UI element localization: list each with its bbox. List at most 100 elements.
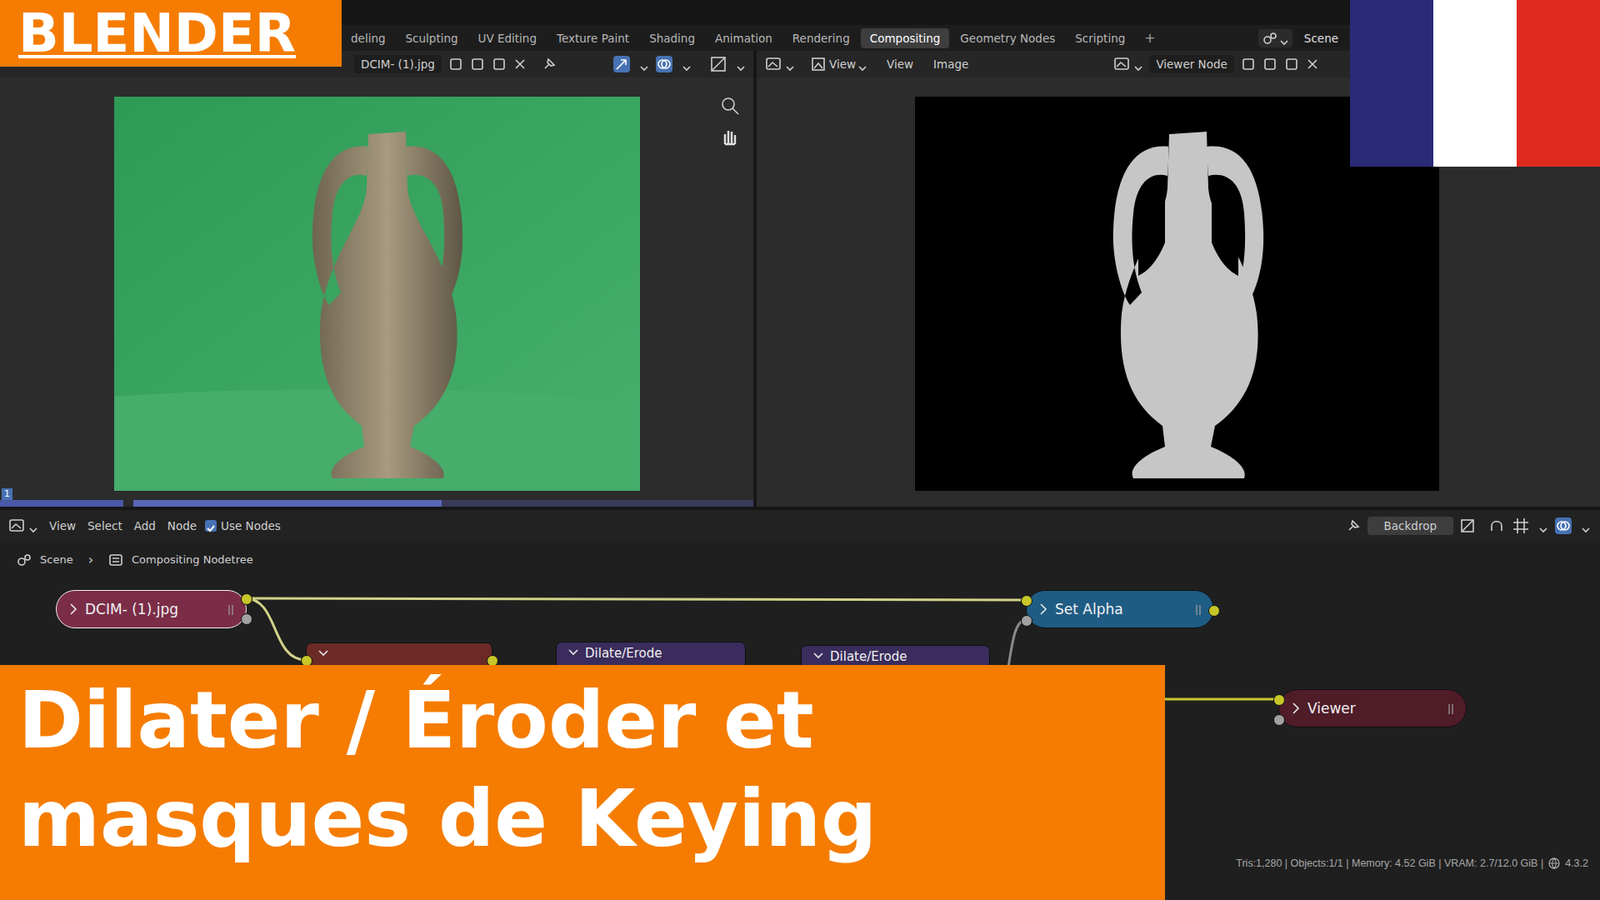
- shield-icon[interactable]: [1240, 56, 1256, 72]
- grid-snap-icon[interactable]: [1511, 517, 1530, 535]
- overlay-icon[interactable]: [655, 55, 674, 74]
- workspace-tab[interactable]: Compositing: [860, 28, 950, 49]
- breadcrumb-item[interactable]: Scene: [40, 553, 74, 566]
- breadcrumb-item[interactable]: Compositing Nodetree: [131, 553, 254, 566]
- expand-chevron-icon[interactable]: [318, 645, 329, 661]
- tab-label: Rendering: [792, 31, 850, 45]
- blender-badge: BLENDER: [0, 0, 342, 67]
- input-socket[interactable]: [1273, 694, 1285, 706]
- output-socket[interactable]: [240, 593, 253, 605]
- zoom-icon[interactable]: [718, 94, 742, 118]
- node-editor-header: View Select Add Node Use Nodes Backdrop: [0, 510, 1600, 542]
- breadcrumb: Scene › Compositing Nodetree: [16, 551, 254, 568]
- flag-stripe: [1350, 0, 1434, 167]
- chevron-down-icon: [640, 60, 649, 69]
- browse-image-icon: [1113, 55, 1132, 73]
- pin-icon[interactable]: [1345, 518, 1361, 534]
- drag-grip-icon: [227, 603, 235, 615]
- expand-chevron-icon[interactable]: [813, 648, 824, 664]
- blender-window: delingSculpting UV Editing Texture Paint Sh…: [0, 0, 1600, 900]
- close-icon[interactable]: [513, 57, 527, 71]
- expand-chevron-icon[interactable]: [568, 645, 579, 660]
- node[interactable]: Viewer: [1278, 689, 1467, 728]
- header-menu[interactable]: Select: [87, 519, 123, 533]
- menu-label: View: [829, 57, 856, 71]
- display-channels-icon[interactable]: [709, 55, 728, 74]
- chevron-down-icon: [858, 60, 867, 69]
- flag-stripe: [1433, 0, 1517, 167]
- header-tools: [612, 55, 754, 74]
- pin-icon[interactable]: [541, 56, 557, 72]
- node-title: Set Alpha: [1055, 600, 1124, 618]
- tab-label: Compositing: [870, 31, 941, 45]
- input-socket[interactable]: [1020, 595, 1033, 607]
- node-title: DCIM- (1).jpg: [85, 600, 179, 618]
- timeline-gap: [123, 500, 134, 507]
- collapse-chevron-icon[interactable]: [68, 601, 79, 617]
- title-banner: Dilater / Éroder etmasques de Keying: [0, 665, 1165, 900]
- workspace-tab[interactable]: Sculpting: [396, 28, 468, 49]
- header-menu[interactable]: Node: [167, 519, 197, 533]
- channels-icon[interactable]: [1460, 518, 1475, 534]
- header-menu[interactable]: Add: [134, 519, 156, 533]
- workspace-tab[interactable]: Shading: [640, 28, 705, 49]
- duplicate-icon[interactable]: [1262, 56, 1278, 72]
- input-socket[interactable]: [1020, 615, 1033, 627]
- gizmo-icon[interactable]: [612, 55, 631, 74]
- tab-label: Geometry Nodes: [960, 31, 1055, 45]
- shield-icon[interactable]: [448, 56, 464, 72]
- output-socket[interactable]: [240, 613, 253, 625]
- header-menu[interactable]: View: [805, 55, 872, 74]
- workspace-tab[interactable]: Scripting: [1065, 28, 1135, 49]
- folder-icon[interactable]: [1284, 56, 1300, 72]
- drag-grip-icon: [1447, 702, 1455, 715]
- chevron-down-icon: [29, 521, 38, 530]
- workspace-tab[interactable]: UV Editing: [469, 28, 546, 49]
- close-icon[interactable]: [1305, 57, 1320, 71]
- node[interactable]: DCIM- (1).jpg: [55, 590, 247, 629]
- snap-icon[interactable]: [1488, 517, 1505, 535]
- workspace-tab[interactable]: Geometry Nodes: [950, 28, 1065, 49]
- backdrop-button[interactable]: Backdrop: [1367, 516, 1454, 535]
- collapse-chevron-icon[interactable]: [1290, 700, 1301, 716]
- overlay-icon[interactable]: [1554, 516, 1573, 535]
- duplicate-icon[interactable]: [470, 56, 485, 72]
- workspace-tab[interactable]: Texture Paint: [547, 28, 639, 49]
- workspace-tab[interactable]: deling: [341, 28, 395, 49]
- new-icon[interactable]: [491, 56, 507, 72]
- scene-icon-button[interactable]: [1258, 29, 1293, 48]
- collapse-chevron-icon[interactable]: [1038, 601, 1049, 617]
- tab-label: UV Editing: [478, 31, 537, 45]
- use-nodes-checkbox[interactable]: [205, 520, 217, 532]
- workspace-tab[interactable]: Animation: [705, 28, 782, 49]
- image-browse-button[interactable]: [1113, 55, 1143, 73]
- badge-text: BLENDER: [18, 2, 296, 65]
- header-tools: Backdrop: [1345, 516, 1600, 535]
- header-menu[interactable]: View: [878, 55, 919, 73]
- check-icon: [205, 520, 216, 531]
- use-nodes-label: Use Nodes: [220, 519, 281, 533]
- use-nodes-toggle[interactable]: Use Nodes: [205, 519, 281, 533]
- workspace-tab[interactable]: Rendering: [783, 28, 860, 49]
- header-menu[interactable]: Image: [925, 55, 974, 73]
- editor-type-button[interactable]: [765, 55, 795, 73]
- scene-statistics: Tris:1,280 | Objects:1/1 | Memory: 4.52 …: [1235, 857, 1544, 870]
- breadcrumb-separator: ›: [88, 551, 94, 568]
- view-navigation: [718, 94, 742, 150]
- image-name-field[interactable]: DCIM- (1).jpg: [354, 55, 442, 74]
- image-editor: DCIM- (1).jpg1: [0, 50, 754, 507]
- scene-icon: [1262, 30, 1278, 46]
- editor-type-button[interactable]: [8, 517, 38, 535]
- globe-icon: [1547, 856, 1561, 870]
- chevron-down-icon: [785, 60, 795, 69]
- tab-label: Shading: [649, 31, 695, 45]
- input-socket[interactable]: [1273, 714, 1285, 726]
- image-name-field[interactable]: Viewer Node: [1149, 55, 1234, 74]
- scene-selector[interactable]: Scene: [1258, 28, 1349, 49]
- output-socket[interactable]: [1208, 605, 1220, 617]
- timeline-range: [0, 500, 124, 507]
- add-workspace-button[interactable]: +: [1135, 28, 1164, 48]
- hand-icon[interactable]: [718, 125, 742, 150]
- node[interactable]: Set Alpha: [1025, 590, 1215, 629]
- header-menu[interactable]: View: [49, 519, 76, 533]
